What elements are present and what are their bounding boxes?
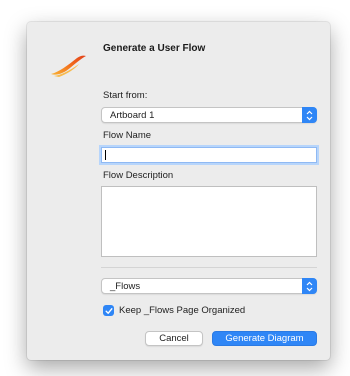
start-from-value: Artboard 1 (110, 110, 155, 121)
checkmark-icon (105, 307, 112, 314)
divider (101, 267, 317, 268)
keep-organized-checkbox[interactable] (103, 305, 114, 316)
start-from-select[interactable]: Artboard 1 (101, 107, 317, 123)
flow-name-label: Flow Name (103, 130, 152, 141)
brush-stroke-logo-icon (51, 55, 86, 77)
keep-organized-label[interactable]: Keep _Flows Page Organized (119, 305, 245, 316)
start-from-label: Start from: (103, 90, 148, 101)
select-stepper-icon (302, 278, 317, 294)
flow-name-input[interactable] (101, 147, 317, 163)
text-caret (105, 150, 106, 160)
dialog-title: Generate a User Flow (103, 43, 206, 54)
flow-description-label: Flow Description (103, 170, 174, 181)
cancel-button[interactable]: Cancel (145, 331, 203, 346)
generate-diagram-button[interactable]: Generate Diagram (212, 331, 317, 346)
generate-user-flow-dialog: Generate a User Flow Start from: Artboar… (27, 22, 330, 360)
screen: Generate a User Flow Start from: Artboar… (0, 0, 350, 376)
flow-description-textarea[interactable] (101, 186, 317, 257)
flows-page-value: _Flows (110, 281, 141, 292)
select-stepper-icon (302, 107, 317, 123)
flows-page-select[interactable]: _Flows (101, 278, 317, 294)
